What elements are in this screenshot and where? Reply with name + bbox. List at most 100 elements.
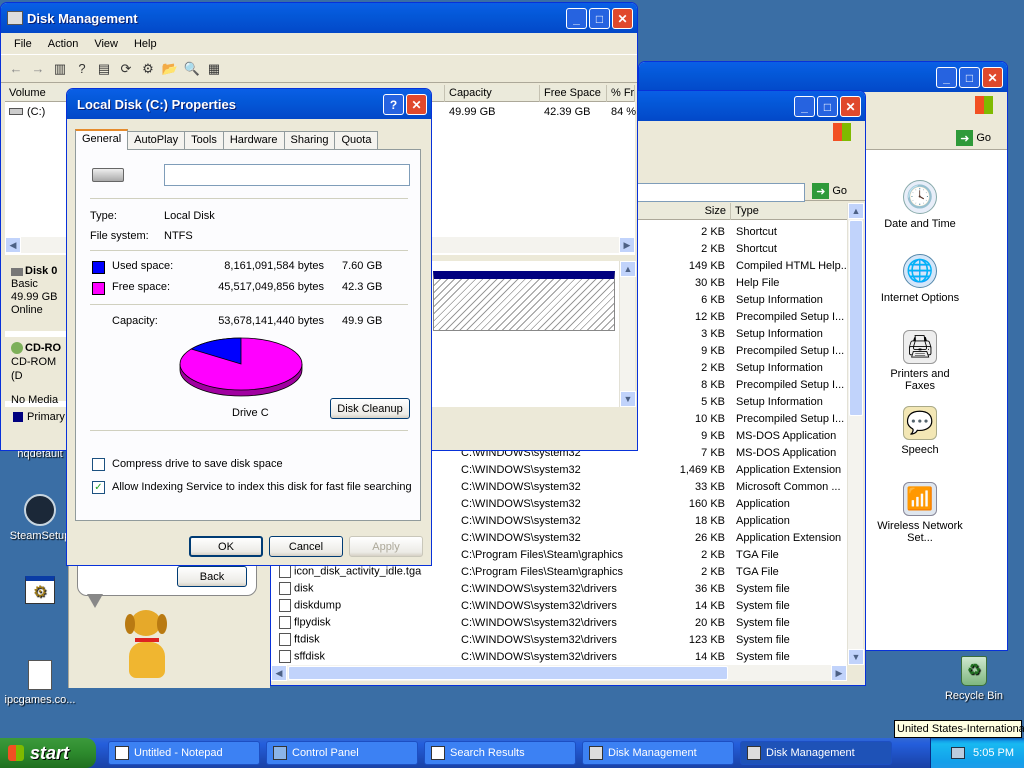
cp-item-date-time[interactable]: 🕓 Date and Time [875, 180, 965, 230]
size-cell: 26 KB [695, 531, 725, 544]
cp-item-internet-options[interactable]: 🌐 Internet Options [875, 254, 965, 304]
disk-mgmt-titlebar[interactable]: Disk Management _ □ ✕ [1, 3, 637, 33]
apply-button[interactable]: Apply [349, 536, 423, 557]
disk-icon[interactable]: ▦ [205, 60, 223, 78]
cdrom-name: CD-RO [25, 342, 62, 354]
taskbar-button-search-results[interactable]: Search Results [424, 741, 576, 765]
search-icon[interactable]: 🔍 [183, 60, 201, 78]
capacity-gb: 49.9 GB [342, 315, 383, 327]
scroll-down-button[interactable]: ▼ [848, 649, 864, 665]
results-hscrollbar[interactable]: ◀ ▶ [271, 665, 847, 681]
tab-hardware[interactable]: Hardware [222, 131, 285, 149]
tab-quota[interactable]: Quota [334, 131, 379, 149]
cp-item-speech[interactable]: 💬 Speech [875, 406, 965, 456]
indexing-checkbox[interactable]: ✓ [92, 481, 105, 494]
close-button[interactable]: ✕ [840, 96, 861, 117]
results-vscrollbar[interactable]: ▲ ▼ [847, 203, 864, 665]
close-button[interactable]: ✕ [406, 94, 427, 115]
help-icon[interactable]: ? [73, 60, 91, 78]
cp-item-wireless[interactable]: 📶 Wireless Network Set... [875, 482, 965, 544]
capacity-bytes: 53,678,141,440 bytes [218, 315, 324, 327]
close-button[interactable]: ✕ [612, 8, 633, 29]
menu-help[interactable]: Help [127, 36, 164, 52]
scroll-up-button[interactable]: ▲ [620, 261, 636, 277]
show-hide-tree-icon[interactable]: ▥ [51, 60, 69, 78]
scroll-thumb[interactable] [849, 220, 863, 416]
table-row[interactable]: sffdisk C:\WINDOWS\system32\drivers 14 KB S… [271, 648, 851, 665]
scroll-left-button[interactable]: ◀ [271, 665, 287, 681]
menu-view[interactable]: View [87, 36, 125, 52]
tab-tools[interactable]: Tools [184, 131, 224, 149]
maximize-button[interactable]: □ [817, 96, 838, 117]
type-cell: TGA File [736, 548, 779, 561]
desktop-icon-recycle-bin[interactable]: ♻ Recycle Bin [934, 656, 1014, 702]
file-icon [279, 599, 291, 612]
cp-item-printers[interactable]: 🖨 Printers and Faxes [875, 330, 965, 392]
start-button[interactable]: start [0, 738, 96, 768]
forward-arrow-icon[interactable]: → [29, 60, 47, 78]
table-row[interactable]: ftdisk C:\WINDOWS\system32\drivers 123 KB S… [271, 631, 851, 648]
ok-button[interactable]: OK [189, 536, 263, 557]
type-cell: Help File [736, 276, 780, 289]
column-header-pct-free[interactable]: % Fr [607, 84, 635, 102]
column-header-free-space[interactable]: Free Space [540, 84, 607, 102]
taskbar-button-disk-management-2[interactable]: Disk Management [740, 741, 892, 765]
tab-sharing[interactable]: Sharing [283, 131, 336, 149]
minimize-button[interactable]: _ [566, 8, 587, 29]
open-folder-icon[interactable]: 📂 [161, 60, 179, 78]
scroll-up-button[interactable]: ▲ [848, 203, 864, 219]
go-button[interactable]: ➜ Go [956, 130, 991, 146]
tab-general[interactable]: General [75, 129, 129, 150]
maximize-button[interactable]: □ [959, 67, 980, 88]
back-button[interactable]: Back [177, 566, 247, 587]
go-label: Go [976, 132, 991, 144]
taskbar-button-notepad[interactable]: Untitled - Notepad [108, 741, 260, 765]
clock[interactable]: 5:05 PM [973, 747, 1014, 759]
table-row[interactable]: diskdump C:\WINDOWS\system32\drivers 14 KB… [271, 597, 851, 614]
cdrom-label[interactable]: CD-RO CD-ROM (D No Media [5, 337, 69, 406]
search-dog-character[interactable] [123, 606, 185, 682]
scroll-down-button[interactable]: ▼ [620, 391, 636, 407]
minimize-button[interactable]: _ [936, 67, 957, 88]
table-row[interactable]: flpydisk C:\WINDOWS\system32\drivers 20 KB… [271, 614, 851, 631]
volume-label-input[interactable] [164, 164, 410, 186]
minimize-button[interactable]: _ [794, 96, 815, 117]
network-icon[interactable] [951, 747, 966, 759]
tab-autoplay[interactable]: AutoPlay [127, 131, 186, 149]
scroll-left-button[interactable]: ◀ [5, 237, 21, 253]
column-header-size[interactable]: Size [681, 202, 731, 220]
taskbar-button-disk-management-1[interactable]: Disk Management [582, 741, 734, 765]
properties-dialog: Local Disk (C:) Properties ? ✕ General A… [66, 88, 432, 566]
table-row[interactable]: disk C:\WINDOWS\system32\drivers 36 KB Syst… [271, 580, 851, 597]
disk-map-vscrollbar[interactable]: ▲ ▼ [619, 261, 636, 407]
scroll-right-button[interactable]: ▶ [619, 237, 635, 253]
scroll-right-button[interactable]: ▶ [831, 665, 847, 681]
size-cell: 33 KB [695, 480, 725, 493]
compress-checkbox[interactable] [92, 458, 105, 471]
compress-label[interactable]: Compress drive to save disk space [112, 458, 283, 470]
help-button[interactable]: ? [383, 94, 404, 115]
go-arrow-icon: ➜ [812, 183, 830, 199]
disk-cleanup-button[interactable]: Disk Cleanup [330, 398, 410, 419]
taskbar-button-control-panel[interactable]: Control Panel [266, 741, 418, 765]
divider [90, 430, 408, 431]
cancel-button[interactable]: Cancel [269, 536, 343, 557]
column-header-capacity[interactable]: Capacity [445, 84, 540, 102]
name-cell: ftdisk [279, 633, 459, 646]
go-button[interactable]: ➜ Go [812, 183, 847, 199]
column-header-type[interactable]: Type [731, 202, 851, 220]
maximize-button[interactable]: □ [589, 8, 610, 29]
indexing-label[interactable]: Allow Indexing Service to index this dis… [112, 481, 412, 493]
back-arrow-icon[interactable]: ← [7, 60, 25, 78]
refresh-icon[interactable]: ⟳ [117, 60, 135, 78]
disk0-label[interactable]: Disk 0 Basic 49.99 GB Online [5, 261, 69, 331]
settings-icon[interactable]: ⚙ [139, 60, 157, 78]
menu-file[interactable]: File [7, 36, 39, 52]
partition-c-bar[interactable] [433, 271, 615, 331]
properties-icon[interactable]: ▤ [95, 60, 113, 78]
hscroll-thumb[interactable] [288, 666, 728, 680]
control-panel-titlebar[interactable]: _ □ ✕ [639, 62, 1007, 92]
properties-titlebar[interactable]: Local Disk (C:) Properties ? ✕ [67, 89, 431, 119]
menu-action[interactable]: Action [41, 36, 86, 52]
close-button[interactable]: ✕ [982, 67, 1003, 88]
